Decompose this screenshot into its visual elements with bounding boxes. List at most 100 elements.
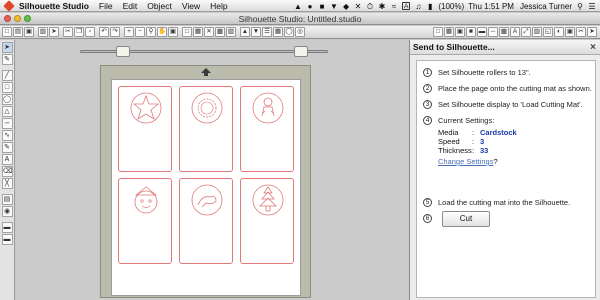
cut-card-5[interactable] xyxy=(179,178,233,264)
online-store-icon[interactable]: ◉ xyxy=(1,206,13,217)
zoom-in-icon[interactable]: + xyxy=(124,27,134,37)
fill-pattern-icon[interactable]: ▩ xyxy=(499,27,509,37)
close-window-button[interactable] xyxy=(4,15,11,22)
modify-icon[interactable]: ◱ xyxy=(543,27,553,37)
input-menu-icon[interactable]: A xyxy=(402,2,411,10)
library-icon[interactable]: ▤ xyxy=(1,194,13,205)
replicate-icon[interactable]: ▦ xyxy=(273,27,283,37)
cut-settings-icon[interactable]: ✂ xyxy=(576,27,586,37)
animal-circle-design xyxy=(191,184,223,216)
cut-card-4[interactable] xyxy=(118,178,172,264)
registration-marks-icon[interactable]: ▣ xyxy=(455,27,465,37)
time-machine-icon[interactable]: ⏱ xyxy=(366,2,374,11)
close-icon[interactable]: × xyxy=(590,40,596,55)
spotlight-search-icon[interactable]: ⚲ xyxy=(576,2,584,11)
zoom-fit-icon[interactable]: ▣ xyxy=(168,27,178,37)
rectangle-tool-icon[interactable]: □ xyxy=(1,82,13,93)
deselect-icon[interactable]: ▦ xyxy=(193,27,203,37)
menu-bar: Silhouette Studio File Edit Object View … xyxy=(0,0,600,12)
cut-button[interactable]: Cut xyxy=(442,211,490,227)
left-tool-palette: ➤ ✎ ╱ □ ◯ △ ∽ ∿ ✎ A ⌫ ╳ ▤ ◉ ▬ ▬ xyxy=(0,40,15,300)
bring-to-front-icon[interactable]: ▲ xyxy=(240,27,250,37)
line-style-icon[interactable]: ─ xyxy=(488,27,498,37)
open-file-icon[interactable]: ▤ xyxy=(13,27,23,37)
change-settings-row: Change Settings? xyxy=(438,157,498,166)
select-all-icon[interactable]: □ xyxy=(182,27,192,37)
send-to-back-icon[interactable]: ▼ xyxy=(251,27,261,37)
wifi-icon[interactable]: ≈ xyxy=(390,2,398,11)
menu-edit[interactable]: Edit xyxy=(123,1,138,11)
minimize-window-button[interactable] xyxy=(14,15,21,22)
ellipse-tool-icon[interactable]: ◯ xyxy=(1,94,13,105)
group-icon[interactable]: ▩ xyxy=(215,27,225,37)
tray-app-icon-6[interactable]: ✕ xyxy=(354,2,362,11)
offset-icon[interactable]: ◎ xyxy=(295,27,305,37)
text-style-icon[interactable]: A xyxy=(510,27,520,37)
freehand-tool-icon[interactable]: ∿ xyxy=(1,130,13,141)
zoom-select-icon[interactable]: ⚲ xyxy=(146,27,156,37)
save-icon[interactable]: ▣ xyxy=(24,27,34,37)
send-to-silhouette-icon[interactable]: ➤ xyxy=(49,27,59,37)
new-document-icon[interactable]: □ xyxy=(2,27,12,37)
delete-icon[interactable]: ✕ xyxy=(204,27,214,37)
tray-app-icon-4[interactable]: ▼ xyxy=(330,2,338,11)
page-settings-icon[interactable]: □ xyxy=(433,27,443,37)
cut-card-3[interactable] xyxy=(240,86,294,172)
trace-icon[interactable]: ▣ xyxy=(565,27,575,37)
knife-tool-icon[interactable]: ╳ xyxy=(1,178,13,189)
menu-app-name[interactable]: Silhouette Studio xyxy=(19,1,89,11)
align-icon[interactable]: ☰ xyxy=(262,27,272,37)
design-canvas[interactable] xyxy=(16,40,408,300)
grid-settings-icon[interactable]: ▦ xyxy=(444,27,454,37)
tray-app-icon-1[interactable]: ▲ xyxy=(294,2,302,11)
fill-color-icon[interactable]: ■ xyxy=(466,27,476,37)
zoom-window-button[interactable] xyxy=(24,15,31,22)
ungroup-icon[interactable]: ▧ xyxy=(226,27,236,37)
scroll-handle-icon[interactable]: ▬ xyxy=(1,222,13,233)
undo-icon[interactable]: ↶ xyxy=(99,27,109,37)
volume-icon[interactable]: ♫ xyxy=(414,2,422,11)
smooth-freehand-tool-icon[interactable]: ✎ xyxy=(1,142,13,153)
user-name[interactable]: Jessica Turner xyxy=(520,2,572,11)
menu-help[interactable]: Help xyxy=(210,1,227,11)
panel-body: 1 Set Silhouette rollers to 13". 2 Place… xyxy=(416,60,596,298)
tray-app-icon-5[interactable]: ◆ xyxy=(342,2,350,11)
notification-center-icon[interactable]: ☰ xyxy=(588,2,596,11)
cut-card-6[interactable] xyxy=(240,178,294,264)
edit-points-tool-icon[interactable]: ✎ xyxy=(1,54,13,65)
paste-icon[interactable]: ▫ xyxy=(85,27,95,37)
menu-object[interactable]: Object xyxy=(147,1,172,11)
change-settings-link[interactable]: Change Settings xyxy=(438,157,493,166)
step-text: Set Silhouette rollers to 13". xyxy=(438,68,531,77)
line-color-icon[interactable]: ▬ xyxy=(477,27,487,37)
eraser-tool-icon[interactable]: ⌫ xyxy=(1,166,13,177)
send-panel-icon[interactable]: ➤ xyxy=(587,27,597,37)
transform-icon[interactable]: ⤢ xyxy=(521,27,531,37)
redo-icon[interactable]: ↷ xyxy=(110,27,120,37)
zoom-drag-icon[interactable]: ✋ xyxy=(157,27,167,37)
battery-icon[interactable]: ▮ xyxy=(426,2,434,11)
tray-app-icon-3[interactable]: ■ xyxy=(318,2,326,11)
curve-tool-icon[interactable]: ∽ xyxy=(1,118,13,129)
clock[interactable]: Thu 1:51 PM xyxy=(468,2,514,11)
replicate-panel-icon[interactable]: ▨ xyxy=(532,27,542,37)
scroll-handle-icon-2[interactable]: ▬ xyxy=(1,234,13,245)
print-icon[interactable]: ▨ xyxy=(38,27,48,37)
app-logo-icon[interactable] xyxy=(3,0,15,12)
copy-icon[interactable]: ❐ xyxy=(74,27,84,37)
menu-view[interactable]: View xyxy=(182,1,200,11)
offset-panel-icon[interactable]: ◐ xyxy=(554,27,564,37)
tray-app-icon-2[interactable]: ● xyxy=(306,2,314,11)
polygon-tool-icon[interactable]: △ xyxy=(1,106,13,117)
weld-icon[interactable]: ◯ xyxy=(284,27,294,37)
line-tool-icon[interactable]: ╱ xyxy=(1,70,13,81)
select-tool-icon[interactable]: ➤ xyxy=(1,42,13,53)
text-tool-icon[interactable]: A xyxy=(1,154,13,165)
menu-file[interactable]: File xyxy=(99,1,113,11)
step-number: 2 xyxy=(423,84,432,93)
cut-card-1[interactable] xyxy=(118,86,172,172)
zoom-out-icon[interactable]: − xyxy=(135,27,145,37)
bluetooth-icon[interactable]: ✱ xyxy=(378,2,386,11)
cut-icon[interactable]: ✂ xyxy=(63,27,73,37)
cut-card-2[interactable] xyxy=(179,86,233,172)
